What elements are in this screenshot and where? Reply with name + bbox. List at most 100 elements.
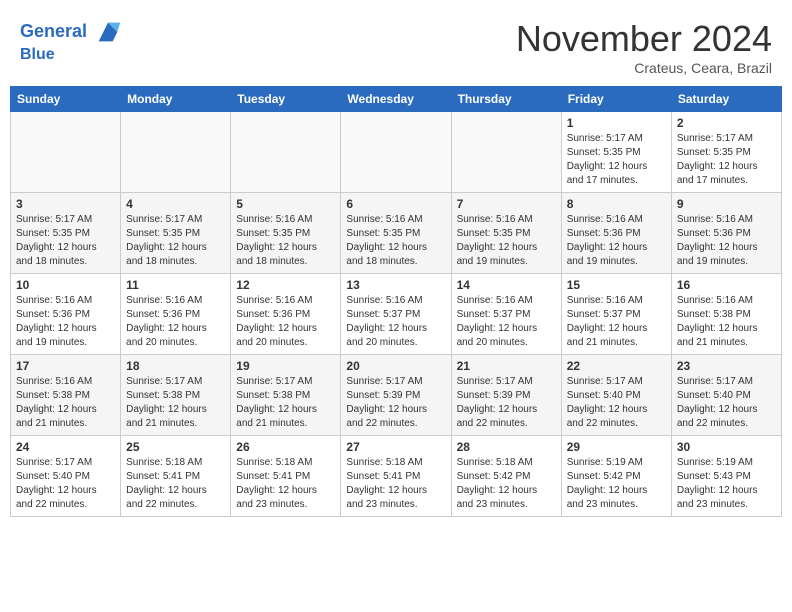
weekday-header-tuesday: Tuesday — [231, 87, 341, 112]
day-number: 9 — [677, 197, 776, 211]
calendar-cell: 8 Sunrise: 5:16 AMSunset: 5:36 PMDaylight… — [561, 193, 671, 274]
calendar-cell — [341, 112, 451, 193]
calendar-week-2: 3 Sunrise: 5:17 AMSunset: 5:35 PMDaylight… — [11, 193, 782, 274]
day-info: Sunrise: 5:16 AMSunset: 5:35 PMDaylight:… — [236, 213, 335, 269]
day-number: 16 — [677, 278, 776, 292]
calendar-cell: 10 Sunrise: 5:16 AMSunset: 5:36 PMDayligh… — [11, 274, 121, 355]
day-info: Sunrise: 5:16 AMSunset: 5:35 PMDaylight:… — [457, 213, 556, 269]
day-info: Sunrise: 5:17 AMSunset: 5:39 PMDaylight:… — [457, 375, 556, 431]
calendar-cell: 1 Sunrise: 5:17 AMSunset: 5:35 PMDaylight… — [561, 112, 671, 193]
day-info: Sunrise: 5:17 AMSunset: 5:38 PMDaylight:… — [126, 375, 225, 431]
calendar-cell: 11Sunrise: 5:16 AMSunset: 5:36 PMDayligh… — [121, 274, 231, 355]
day-number: 12 — [236, 278, 335, 292]
day-number: 4 — [126, 197, 225, 211]
location-subtitle: Crateus, Ceara, Brazil — [516, 60, 772, 76]
calendar-cell: 29Sunrise: 5:19 AMSunset: 5:42 PMDayligh… — [561, 436, 671, 517]
day-number: 28 — [457, 440, 556, 454]
calendar-cell: 9 Sunrise: 5:16 AMSunset: 5:36 PMDaylight… — [671, 193, 781, 274]
calendar-cell: 23 Sunrise: 5:17 AMSunset: 5:40 PMDayligh… — [671, 355, 781, 436]
day-number: 26 — [236, 440, 335, 454]
weekday-header-monday: Monday — [121, 87, 231, 112]
day-info: Sunrise: 5:17 AMSunset: 5:35 PMDaylight:… — [126, 213, 225, 269]
title-area: November 2024 Crateus, Ceara, Brazil — [516, 18, 772, 76]
day-number: 8 — [567, 197, 666, 211]
weekday-header-wednesday: Wednesday — [341, 87, 451, 112]
logo: General Blue — [20, 18, 122, 64]
calendar-cell: 16 Sunrise: 5:16 AMSunset: 5:38 PMDayligh… — [671, 274, 781, 355]
day-number: 2 — [677, 116, 776, 130]
calendar-week-4: 17Sunrise: 5:16 AMSunset: 5:38 PMDayligh… — [11, 355, 782, 436]
day-number: 22 — [567, 359, 666, 373]
day-info: Sunrise: 5:17 AMSunset: 5:40 PMDaylight:… — [567, 375, 666, 431]
weekday-header-saturday: Saturday — [671, 87, 781, 112]
calendar-cell: 7 Sunrise: 5:16 AMSunset: 5:35 PMDaylight… — [451, 193, 561, 274]
calendar-week-1: 1 Sunrise: 5:17 AMSunset: 5:35 PMDaylight… — [11, 112, 782, 193]
logo-icon — [94, 18, 122, 46]
day-info: Sunrise: 5:16 AMSunset: 5:37 PMDaylight:… — [457, 294, 556, 350]
calendar-table: SundayMondayTuesdayWednesdayThursdayFrid… — [10, 86, 782, 517]
day-info: Sunrise: 5:16 AMSunset: 5:36 PMDaylight:… — [16, 294, 115, 350]
calendar-cell: 20 Sunrise: 5:17 AMSunset: 5:39 PMDayligh… — [341, 355, 451, 436]
calendar-cell: 6 Sunrise: 5:16 AMSunset: 5:35 PMDaylight… — [341, 193, 451, 274]
calendar-cell: 14 Sunrise: 5:16 AMSunset: 5:37 PMDayligh… — [451, 274, 561, 355]
day-info: Sunrise: 5:18 AMSunset: 5:41 PMDaylight:… — [346, 456, 445, 512]
calendar-cell: 24 Sunrise: 5:17 AMSunset: 5:40 PMDayligh… — [11, 436, 121, 517]
day-info: Sunrise: 5:17 AMSunset: 5:35 PMDaylight:… — [677, 132, 776, 188]
calendar-cell: 19 Sunrise: 5:17 AMSunset: 5:38 PMDayligh… — [231, 355, 341, 436]
day-number: 24 — [16, 440, 115, 454]
day-number: 6 — [346, 197, 445, 211]
calendar-cell: 17Sunrise: 5:16 AMSunset: 5:38 PMDayligh… — [11, 355, 121, 436]
day-info: Sunrise: 5:16 AMSunset: 5:37 PMDaylight:… — [346, 294, 445, 350]
calendar-cell — [231, 112, 341, 193]
day-number: 14 — [457, 278, 556, 292]
day-number: 13 — [346, 278, 445, 292]
weekday-header-thursday: Thursday — [451, 87, 561, 112]
calendar-cell: 28Sunrise: 5:18 AMSunset: 5:42 PMDayligh… — [451, 436, 561, 517]
day-number: 23 — [677, 359, 776, 373]
day-number: 18 — [126, 359, 225, 373]
day-number: 20 — [346, 359, 445, 373]
day-info: Sunrise: 5:16 AMSunset: 5:37 PMDaylight:… — [567, 294, 666, 350]
calendar-cell: 5Sunrise: 5:16 AMSunset: 5:35 PMDaylight… — [231, 193, 341, 274]
day-number: 25 — [126, 440, 225, 454]
day-info: Sunrise: 5:16 AMSunset: 5:38 PMDaylight:… — [677, 294, 776, 350]
calendar-cell: 26 Sunrise: 5:18 AMSunset: 5:41 PMDayligh… — [231, 436, 341, 517]
day-number: 15 — [567, 278, 666, 292]
day-number: 27 — [346, 440, 445, 454]
calendar-cell: 3Sunrise: 5:17 AMSunset: 5:35 PMDaylight… — [11, 193, 121, 274]
day-info: Sunrise: 5:16 AMSunset: 5:35 PMDaylight:… — [346, 213, 445, 269]
day-info: Sunrise: 5:17 AMSunset: 5:35 PMDaylight:… — [567, 132, 666, 188]
calendar-cell: 21Sunrise: 5:17 AMSunset: 5:39 PMDayligh… — [451, 355, 561, 436]
weekday-header-friday: Friday — [561, 87, 671, 112]
page-header: General Blue November 2024 Crateus, Cear… — [10, 10, 782, 82]
day-info: Sunrise: 5:17 AMSunset: 5:40 PMDaylight:… — [16, 456, 115, 512]
day-number: 10 — [16, 278, 115, 292]
day-number: 17 — [16, 359, 115, 373]
day-info: Sunrise: 5:18 AMSunset: 5:41 PMDaylight:… — [126, 456, 225, 512]
logo-line2: Blue — [20, 46, 122, 64]
day-info: Sunrise: 5:16 AMSunset: 5:36 PMDaylight:… — [126, 294, 225, 350]
day-info: Sunrise: 5:18 AMSunset: 5:41 PMDaylight:… — [236, 456, 335, 512]
calendar-cell — [11, 112, 121, 193]
calendar-cell: 18 Sunrise: 5:17 AMSunset: 5:38 PMDayligh… — [121, 355, 231, 436]
day-info: Sunrise: 5:17 AMSunset: 5:39 PMDaylight:… — [346, 375, 445, 431]
calendar-cell: 22 Sunrise: 5:17 AMSunset: 5:40 PMDayligh… — [561, 355, 671, 436]
calendar-cell: 27 Sunrise: 5:18 AMSunset: 5:41 PMDayligh… — [341, 436, 451, 517]
calendar-week-5: 24 Sunrise: 5:17 AMSunset: 5:40 PMDayligh… — [11, 436, 782, 517]
day-number: 1 — [567, 116, 666, 130]
weekday-header-sunday: Sunday — [11, 87, 121, 112]
day-number: 3 — [16, 197, 115, 211]
calendar-cell: 30Sunrise: 5:19 AMSunset: 5:43 PMDayligh… — [671, 436, 781, 517]
calendar-cell: 15 Sunrise: 5:16 AMSunset: 5:37 PMDayligh… — [561, 274, 671, 355]
day-info: Sunrise: 5:16 AMSunset: 5:36 PMDaylight:… — [677, 213, 776, 269]
day-info: Sunrise: 5:17 AMSunset: 5:38 PMDaylight:… — [236, 375, 335, 431]
day-number: 19 — [236, 359, 335, 373]
day-info: Sunrise: 5:17 AMSunset: 5:40 PMDaylight:… — [677, 375, 776, 431]
day-number: 7 — [457, 197, 556, 211]
calendar-cell: 13 Sunrise: 5:16 AMSunset: 5:37 PMDayligh… — [341, 274, 451, 355]
calendar-cell — [451, 112, 561, 193]
calendar-header-row: SundayMondayTuesdayWednesdayThursdayFrid… — [11, 87, 782, 112]
day-number: 30 — [677, 440, 776, 454]
day-info: Sunrise: 5:16 AMSunset: 5:36 PMDaylight:… — [567, 213, 666, 269]
day-info: Sunrise: 5:16 AMSunset: 5:36 PMDaylight:… — [236, 294, 335, 350]
